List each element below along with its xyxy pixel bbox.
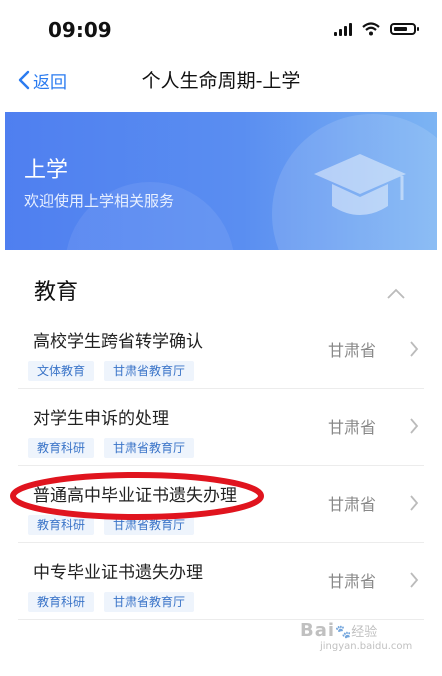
list-item[interactable]: 普通高中毕业证书遗失办理 教育科研 甘肃省教育厅 甘肃省 [18, 466, 424, 543]
chevron-right-icon [410, 572, 419, 588]
page-title: 个人生命周期-上学 [141, 70, 301, 92]
battery-icon [390, 23, 419, 35]
watermark-url: jingyan.baidu.com [320, 641, 413, 652]
department-tag: 甘肃省教育厅 [104, 438, 195, 458]
item-tags: 教育科研 甘肃省教育厅 [28, 592, 195, 612]
status-time: 09:09 [48, 18, 112, 42]
department-tag: 甘肃省教育厅 [104, 515, 195, 535]
paw-icon: 🐾 [335, 625, 352, 640]
list-item[interactable]: 高校学生跨省转学确认 文体教育 甘肃省教育厅 甘肃省 [18, 312, 424, 389]
watermark-brand: Bai [300, 620, 336, 641]
chevron-up-icon[interactable] [386, 288, 406, 300]
watermark: Bai🐾经验 jingyan.baidu.com [300, 620, 412, 652]
watermark-suffix: 经验 [351, 625, 378, 640]
item-tags: 教育科研 甘肃省教育厅 [28, 438, 195, 458]
category-tag: 教育科研 [28, 438, 95, 458]
department-tag: 甘肃省教育厅 [104, 361, 195, 381]
item-title: 中专毕业证书遗失办理 [33, 563, 203, 583]
chevron-right-icon [410, 495, 419, 511]
banner-title: 上学 [24, 158, 69, 183]
chevron-right-icon [410, 341, 419, 357]
department-tag: 甘肃省教育厅 [104, 592, 195, 612]
category-tag: 文体教育 [28, 361, 95, 381]
education-section: 教育 高校学生跨省转学确认 文体教育 甘肃省教育厅 甘肃省 对学生申诉的处理 教… [0, 260, 442, 676]
cellular-signal-icon [334, 22, 352, 36]
chevron-right-icon [410, 418, 419, 434]
item-tags: 教育科研 甘肃省教育厅 [28, 515, 195, 535]
item-region: 甘肃省 [328, 495, 377, 514]
item-tags: 文体教育 甘肃省教育厅 [28, 361, 195, 381]
item-region: 甘肃省 [328, 572, 377, 591]
category-tag: 教育科研 [28, 592, 95, 612]
graduation-cap-icon [314, 154, 406, 215]
list-item[interactable]: 中专毕业证书遗失办理 教育科研 甘肃省教育厅 甘肃省 [18, 543, 424, 620]
item-title: 高校学生跨省转学确认 [33, 332, 203, 352]
list-item[interactable]: 对学生申诉的处理 教育科研 甘肃省教育厅 甘肃省 [18, 389, 424, 466]
section-title: 教育 [34, 280, 79, 305]
item-title: 对学生申诉的处理 [33, 409, 169, 429]
banner-area: 上学 欢迎使用上学相关服务 [0, 100, 442, 260]
status-bar: 09:09 [0, 0, 442, 60]
service-list: 高校学生跨省转学确认 文体教育 甘肃省教育厅 甘肃省 对学生申诉的处理 教育科研… [18, 312, 424, 620]
item-region: 甘肃省 [328, 418, 377, 437]
item-title: 普通高中毕业证书遗失办理 [33, 486, 237, 506]
nav-bar: 返回 个人生命周期-上学 [0, 60, 442, 101]
banner-subtitle: 欢迎使用上学相关服务 [24, 192, 175, 210]
item-region: 甘肃省 [328, 341, 377, 360]
category-tag: 教育科研 [28, 515, 95, 535]
status-icons [334, 22, 419, 36]
banner: 上学 欢迎使用上学相关服务 [5, 112, 437, 250]
wifi-icon [362, 22, 380, 36]
